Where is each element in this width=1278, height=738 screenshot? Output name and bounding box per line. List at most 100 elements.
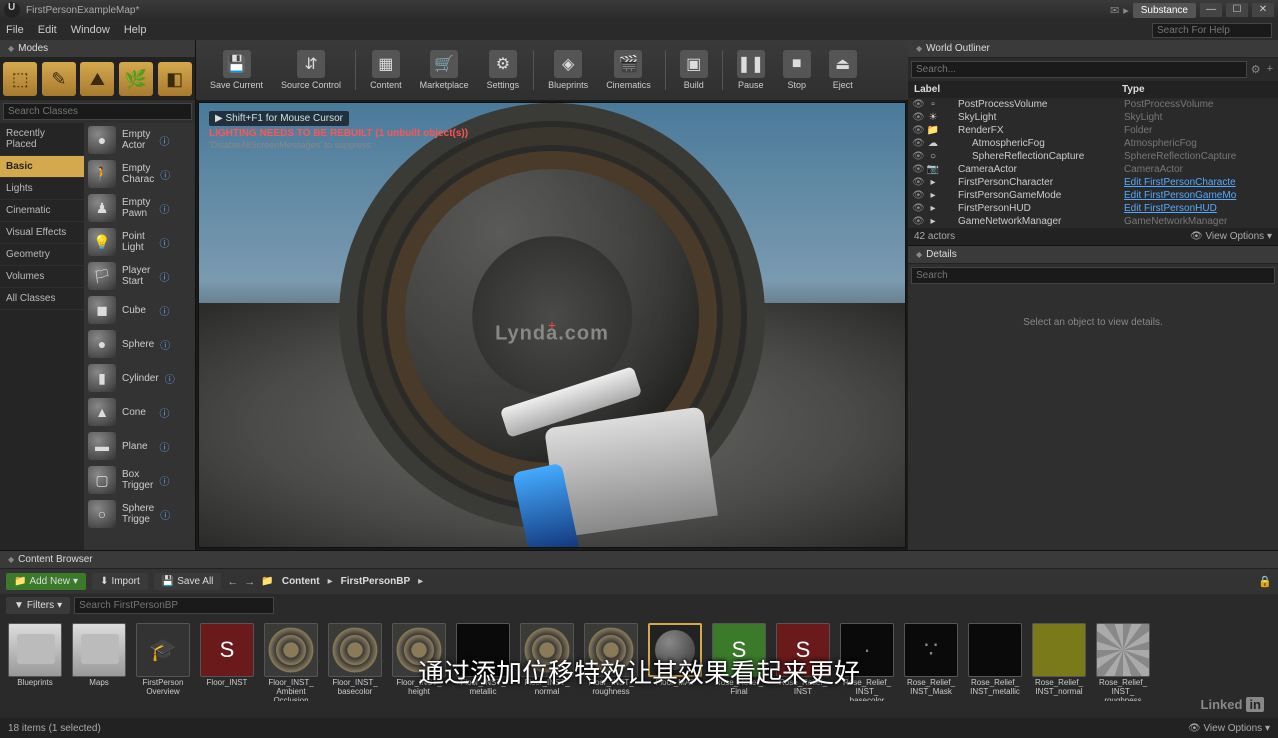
info-icon[interactable]: ⓘ bbox=[160, 337, 191, 352]
asset-maps[interactable]: Maps bbox=[70, 623, 128, 688]
actor-cylinder[interactable]: ▮Cylinderⓘ bbox=[84, 361, 195, 395]
visibility-icon[interactable]: 👁 bbox=[912, 138, 926, 149]
visibility-icon[interactable]: 👁 bbox=[912, 151, 926, 162]
blueprints-button[interactable]: ◈Blueprints bbox=[540, 48, 596, 92]
asset-firstperson-overview[interactable]: 🎓FirstPerson Overview bbox=[134, 623, 192, 697]
actor-empty-pawn[interactable]: ♟Empty Pawnⓘ bbox=[84, 191, 195, 225]
item-type[interactable]: Edit FirstPersonGameMo bbox=[1124, 190, 1274, 201]
outliner-col-label[interactable]: Label bbox=[914, 84, 1122, 95]
visibility-icon[interactable]: 👁 bbox=[912, 177, 926, 188]
item-type[interactable]: Edit FirstPersonCharacte bbox=[1124, 177, 1274, 188]
info-icon[interactable]: ⓘ bbox=[160, 167, 191, 182]
foliage-mode-icon[interactable]: 🌿 bbox=[119, 62, 153, 96]
category-recently-placed[interactable]: Recently Placed bbox=[0, 123, 84, 156]
nav-back-icon[interactable]: ← bbox=[227, 576, 238, 588]
menu-window[interactable]: Window bbox=[71, 24, 110, 36]
actor-box-trigger[interactable]: ▢Box Triggerⓘ bbox=[84, 463, 195, 497]
details-search-input[interactable] bbox=[911, 267, 1275, 284]
outliner-row-skylight[interactable]: 👁☀SkyLightSkyLight bbox=[908, 111, 1278, 124]
menu-help[interactable]: Help bbox=[124, 24, 147, 36]
actor-sphere[interactable]: ●Sphereⓘ bbox=[84, 327, 195, 361]
category-geometry[interactable]: Geometry bbox=[0, 244, 84, 266]
outliner-tab[interactable]: World Outliner bbox=[908, 40, 1278, 58]
cb-view-options[interactable]: 👁 View Options ▾ bbox=[1188, 723, 1270, 734]
asset-floor-inst[interactable]: SFloor_INST bbox=[198, 623, 256, 688]
content-browser-tab[interactable]: Content Browser bbox=[0, 551, 1278, 569]
outliner-row-renderfx[interactable]: 👁📁RenderFXFolder bbox=[908, 124, 1278, 137]
asset-floor-inst-ambient-occlusion[interactable]: Floor_INST_ Ambient Occlusion bbox=[262, 623, 320, 701]
outliner-row-atmosphericfog[interactable]: 👁☁AtmosphericFogAtmosphericFog bbox=[908, 137, 1278, 150]
folder-icon[interactable]: 📁 bbox=[261, 576, 273, 587]
actor-cube[interactable]: ◼Cubeⓘ bbox=[84, 293, 195, 327]
visibility-icon[interactable]: 👁 bbox=[912, 203, 926, 214]
info-icon[interactable]: ⓘ bbox=[160, 235, 192, 250]
visibility-icon[interactable]: 👁 bbox=[912, 112, 926, 123]
settings-button[interactable]: ⚙Settings bbox=[479, 48, 528, 92]
save-all-button[interactable]: 💾 Save All bbox=[154, 573, 222, 590]
content-button[interactable]: ▦Content bbox=[362, 48, 410, 92]
filters-button[interactable]: ▼ Filters ▾ bbox=[6, 597, 70, 614]
visibility-icon[interactable]: 👁 bbox=[912, 216, 926, 227]
cinematics-button[interactable]: 🎬Cinematics bbox=[598, 48, 659, 92]
actor-cone[interactable]: ▲Coneⓘ bbox=[84, 395, 195, 429]
actor-point-light[interactable]: 💡Point Lightⓘ bbox=[84, 225, 195, 259]
category-lights[interactable]: Lights bbox=[0, 178, 84, 200]
outliner-col-type[interactable]: Type bbox=[1122, 84, 1272, 95]
outliner-add-icon[interactable]: + bbox=[1265, 61, 1275, 78]
actor-sphere-trigge[interactable]: ○Sphere Triggeⓘ bbox=[84, 497, 195, 531]
outliner-row-cameraactor[interactable]: 👁📷CameraActorCameraActor bbox=[908, 163, 1278, 176]
info-icon[interactable]: ⓘ bbox=[160, 201, 192, 216]
place-mode-icon[interactable]: ⬚ bbox=[3, 62, 37, 96]
asset-blueprints[interactable]: Blueprints bbox=[6, 623, 64, 688]
visibility-icon[interactable]: 👁 bbox=[912, 164, 926, 175]
search-help-input[interactable] bbox=[1152, 23, 1272, 38]
category-basic[interactable]: Basic bbox=[0, 156, 84, 178]
outliner-filter-icon[interactable]: ⚙ bbox=[1249, 61, 1263, 78]
asset-rose-relief-inst-metallic[interactable]: Rose_Relief_ INST_metallic bbox=[966, 623, 1024, 697]
category-all-classes[interactable]: All Classes bbox=[0, 288, 84, 310]
info-icon[interactable]: ⓘ bbox=[160, 303, 192, 318]
outliner-row-firstpersongamemode[interactable]: 👁▸FirstPersonGameModeEdit FirstPersonGam… bbox=[908, 189, 1278, 202]
maximize-button[interactable]: ☐ bbox=[1226, 3, 1248, 17]
geometry-mode-icon[interactable]: ◧ bbox=[158, 62, 192, 96]
actor-player-start[interactable]: 🏳Player Startⓘ bbox=[84, 259, 195, 293]
paint-mode-icon[interactable]: ✎ bbox=[42, 62, 76, 96]
asset-floor-inst-basecolor[interactable]: Floor_INST_ basecolor bbox=[326, 623, 384, 697]
info-icon[interactable]: ⓘ bbox=[160, 405, 192, 420]
path-content[interactable]: Content bbox=[278, 574, 324, 589]
cb-search-input[interactable] bbox=[74, 597, 274, 614]
msg-icon[interactable]: ✉ bbox=[1110, 4, 1119, 17]
asset-rose-relief-inst-normal[interactable]: Rose_Relief_ INST_normal bbox=[1030, 623, 1088, 697]
source-control-button[interactable]: ⇵Source Control bbox=[273, 48, 349, 92]
eject-button[interactable]: ⏏Eject bbox=[821, 48, 865, 92]
outliner-row-gamenetworkmanager[interactable]: 👁▸GameNetworkManagerGameNetworkManager bbox=[908, 215, 1278, 228]
menu-edit[interactable]: Edit bbox=[38, 24, 57, 36]
progress-icon[interactable]: ▸ bbox=[1123, 4, 1129, 17]
outliner-row-firstpersonhud[interactable]: 👁▸FirstPersonHUDEdit FirstPersonHUD bbox=[908, 202, 1278, 215]
marketplace-button[interactable]: 🛒Marketplace bbox=[412, 48, 477, 92]
outliner-row-spherereflectioncapture[interactable]: 👁○SphereReflectionCaptureSphereReflectio… bbox=[908, 150, 1278, 163]
close-button[interactable]: ✕ bbox=[1252, 3, 1274, 17]
add-new-button[interactable]: 📁 Add New ▾ bbox=[6, 573, 86, 590]
minimize-button[interactable]: — bbox=[1200, 3, 1222, 17]
info-icon[interactable]: ⓘ bbox=[160, 473, 192, 488]
info-icon[interactable]: ⓘ bbox=[160, 439, 192, 454]
visibility-icon[interactable]: 👁 bbox=[912, 190, 926, 201]
asset-rose-relief-inst-mask[interactable]: ∵Rose_Relief_ INST_Mask bbox=[902, 623, 960, 697]
modes-search-input[interactable] bbox=[3, 103, 192, 120]
visibility-icon[interactable]: 👁 bbox=[912, 125, 926, 136]
actor-empty-charac[interactable]: 🚶Empty Characⓘ bbox=[84, 157, 195, 191]
info-icon[interactable]: ⓘ bbox=[160, 507, 191, 522]
details-tab[interactable]: Details bbox=[908, 246, 1278, 264]
modes-tab[interactable]: Modes bbox=[0, 40, 195, 58]
outliner-row-firstpersoncharacter[interactable]: 👁▸FirstPersonCharacterEdit FirstPersonCh… bbox=[908, 176, 1278, 189]
info-icon[interactable]: ⓘ bbox=[160, 133, 192, 148]
pause-button[interactable]: ❚❚Pause bbox=[729, 48, 773, 92]
category-volumes[interactable]: Volumes bbox=[0, 266, 84, 288]
path-fp[interactable]: FirstPersonBP bbox=[337, 574, 414, 589]
item-type[interactable]: Edit FirstPersonHUD bbox=[1124, 203, 1274, 214]
asset-rose-relief-inst-roughness[interactable]: Rose_Relief_ INST_ roughness bbox=[1094, 623, 1152, 701]
actor-empty-actor[interactable]: ●Empty Actorⓘ bbox=[84, 123, 195, 157]
visibility-icon[interactable]: 👁 bbox=[912, 99, 926, 110]
cb-lock-icon[interactable]: 🔒 bbox=[1258, 575, 1272, 588]
